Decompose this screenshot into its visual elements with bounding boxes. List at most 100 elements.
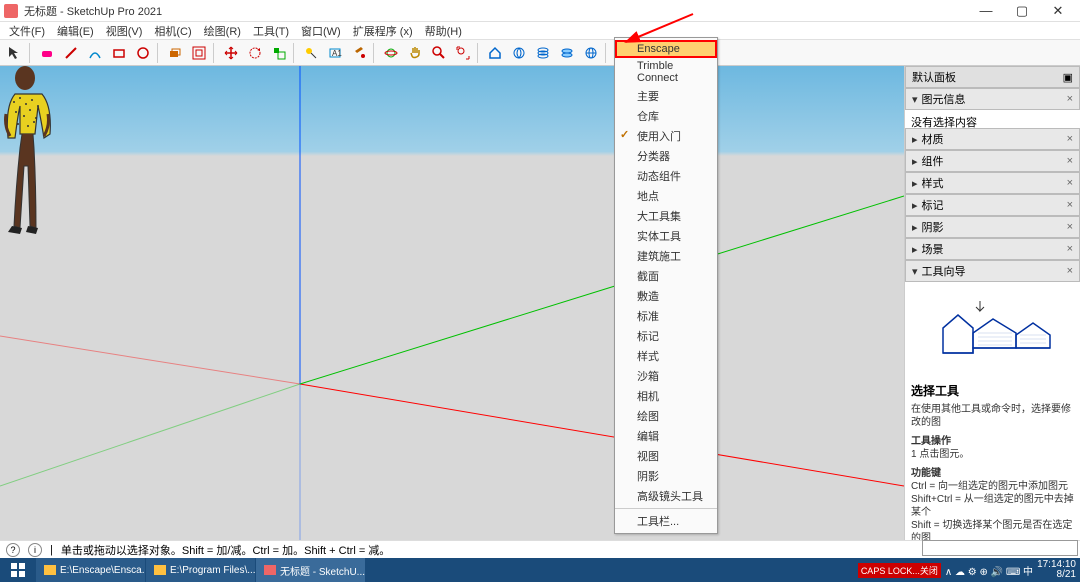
rotate-tool[interactable] bbox=[244, 42, 266, 64]
menu-item-location[interactable]: 地点 bbox=[615, 186, 717, 206]
menu-item-section[interactable]: 截面 bbox=[615, 266, 717, 286]
line-tool[interactable] bbox=[60, 42, 82, 64]
expand-icon[interactable]: ▸ bbox=[912, 243, 918, 256]
close-button[interactable]: ✕ bbox=[1040, 1, 1076, 21]
panel-close-icon[interactable]: × bbox=[1067, 177, 1073, 189]
panel-instructor[interactable]: ▾工具向导× bbox=[905, 260, 1080, 282]
panel-shadows[interactable]: ▸阴影× bbox=[905, 216, 1080, 238]
folder-icon bbox=[44, 565, 56, 575]
menu-item-large-toolset[interactable]: 大工具集 bbox=[615, 206, 717, 226]
panel-scenes[interactable]: ▸场景× bbox=[905, 238, 1080, 260]
menu-item-sandbox2[interactable]: 敷造 bbox=[615, 286, 717, 306]
menu-item-toolbars[interactable]: 工具栏... bbox=[615, 511, 717, 531]
collapse-icon[interactable]: ▾ bbox=[912, 265, 918, 278]
panel-tags[interactable]: ▸标记× bbox=[905, 194, 1080, 216]
pushpull-tool[interactable] bbox=[164, 42, 186, 64]
expand-icon[interactable]: ▸ bbox=[912, 133, 918, 146]
minimize-button[interactable]: — bbox=[968, 1, 1004, 21]
menu-item-camera[interactable]: 相机 bbox=[615, 386, 717, 406]
layers-icon[interactable] bbox=[532, 42, 554, 64]
taskbar-item-1[interactable]: E:\Enscape\Ensca... bbox=[36, 558, 146, 582]
panel-close-icon[interactable]: × bbox=[1067, 133, 1073, 145]
pin-icon[interactable]: ▣ bbox=[1063, 71, 1073, 84]
help-icon[interactable]: ? bbox=[6, 543, 20, 557]
menu-item-getting-started[interactable]: ✓使用入门 bbox=[615, 126, 717, 146]
menu-item-edit[interactable]: 编辑 bbox=[615, 426, 717, 446]
menu-file[interactable]: 文件(F) bbox=[4, 22, 50, 40]
menu-item-standard[interactable]: 标准 bbox=[615, 306, 717, 326]
zoomextents-tool[interactable] bbox=[452, 42, 474, 64]
warehouse-icon[interactable] bbox=[484, 42, 506, 64]
move-tool[interactable] bbox=[220, 42, 242, 64]
info-icon[interactable]: i bbox=[28, 543, 42, 557]
panel-close-icon[interactable]: × bbox=[1067, 199, 1073, 211]
menu-edit[interactable]: 编辑(E) bbox=[52, 22, 99, 40]
menu-camera[interactable]: 相机(C) bbox=[149, 22, 196, 40]
collapse-icon[interactable]: ▾ bbox=[912, 93, 918, 106]
menu-item-construction[interactable]: 建筑施工 bbox=[615, 246, 717, 266]
menu-item-trimble[interactable]: Trimble Connect bbox=[615, 58, 717, 86]
menu-tools[interactable]: 工具(T) bbox=[248, 22, 294, 40]
taskbar-item-2[interactable]: E:\Program Files\... bbox=[146, 558, 256, 582]
menu-draw[interactable]: 绘图(R) bbox=[199, 22, 246, 40]
menu-item-sandbox[interactable]: 沙箱 bbox=[615, 366, 717, 386]
panel-close-icon[interactable]: × bbox=[1067, 265, 1073, 277]
check-icon: ✓ bbox=[620, 128, 629, 141]
select-tool[interactable] bbox=[4, 42, 26, 64]
layers2-icon[interactable] bbox=[556, 42, 578, 64]
paintbucket-tool[interactable] bbox=[348, 42, 370, 64]
panel-entity-info[interactable]: ▾ 图元信息 × bbox=[905, 88, 1080, 110]
rectangle-tool[interactable] bbox=[108, 42, 130, 64]
menu-item-classifier[interactable]: 分类器 bbox=[615, 146, 717, 166]
pan-tool[interactable] bbox=[404, 42, 426, 64]
expand-icon[interactable]: ▸ bbox=[912, 177, 918, 190]
menu-item-styles[interactable]: 样式 bbox=[615, 346, 717, 366]
orbit-tool[interactable] bbox=[380, 42, 402, 64]
viewport-3d[interactable] bbox=[0, 66, 904, 540]
menu-item-principal[interactable]: 主要 bbox=[615, 86, 717, 106]
menu-item-dynamic[interactable]: 动态组件 bbox=[615, 166, 717, 186]
expand-icon[interactable]: ▸ bbox=[912, 155, 918, 168]
menu-view[interactable]: 视图(V) bbox=[101, 22, 148, 40]
circle-tool[interactable] bbox=[132, 42, 154, 64]
extension-warehouse-icon[interactable] bbox=[508, 42, 530, 64]
panel-close-icon[interactable]: × bbox=[1067, 243, 1073, 255]
maximize-button[interactable]: ▢ bbox=[1004, 1, 1040, 21]
panel-close-icon[interactable]: × bbox=[1067, 221, 1073, 233]
panel-close-icon[interactable]: × bbox=[1067, 93, 1073, 105]
globe-icon[interactable] bbox=[580, 42, 602, 64]
taskbar-item-3[interactable]: 无标题 - SketchU... bbox=[256, 558, 366, 582]
menu-help[interactable]: 帮助(H) bbox=[420, 22, 467, 40]
panel-close-icon[interactable]: × bbox=[1067, 155, 1073, 167]
panel-components[interactable]: ▸组件× bbox=[905, 150, 1080, 172]
window-title: 无标题 - SketchUp Pro 2021 bbox=[24, 3, 968, 19]
tape-measure-tool[interactable] bbox=[300, 42, 322, 64]
offset-tool[interactable] bbox=[188, 42, 210, 64]
zoom-tool[interactable] bbox=[428, 42, 450, 64]
panel-materials[interactable]: ▸材质× bbox=[905, 128, 1080, 150]
scale-tool[interactable] bbox=[268, 42, 290, 64]
statusbar: ? i | 单击或拖动以选择对象。Shift = 加/减。Ctrl = 加。Sh… bbox=[0, 540, 1080, 558]
panel-styles[interactable]: ▸样式× bbox=[905, 172, 1080, 194]
system-tray[interactable]: CAPS LOCK...关闭 ∧ ☁ ⚙ ⊕ 🔊 ⌨ 中 17:14:108/2… bbox=[854, 560, 1080, 580]
menu-item-drawing[interactable]: 绘图 bbox=[615, 406, 717, 426]
eraser-tool[interactable] bbox=[36, 42, 58, 64]
text-tool[interactable]: A1 bbox=[324, 42, 346, 64]
menu-item-adv-camera[interactable]: 高级镜头工具 bbox=[615, 486, 717, 506]
panel-default-tray[interactable]: 默认面板 ▣ bbox=[905, 66, 1080, 88]
menu-extensions[interactable]: 扩展程序 (x) bbox=[348, 22, 418, 40]
menu-item-views[interactable]: 视图 bbox=[615, 446, 717, 466]
menu-item-solid-tools[interactable]: 实体工具 bbox=[615, 226, 717, 246]
menu-item-shadows[interactable]: 阴影 bbox=[615, 466, 717, 486]
menu-item-tags[interactable]: 标记 bbox=[615, 326, 717, 346]
tray-icons[interactable]: ∧ ☁ ⚙ ⊕ 🔊 ⌨ 中 bbox=[945, 563, 1033, 578]
expand-icon[interactable]: ▸ bbox=[912, 199, 918, 212]
menu-item-warehouse[interactable]: 仓库 bbox=[615, 106, 717, 126]
menu-window[interactable]: 窗口(W) bbox=[296, 22, 346, 40]
arc-tool[interactable] bbox=[84, 42, 106, 64]
measurements-input[interactable] bbox=[922, 540, 1078, 556]
expand-icon[interactable]: ▸ bbox=[912, 221, 918, 234]
instructor-keys-title: 功能键 bbox=[911, 467, 1074, 480]
scale-figure bbox=[0, 66, 70, 246]
start-button[interactable] bbox=[0, 558, 36, 582]
